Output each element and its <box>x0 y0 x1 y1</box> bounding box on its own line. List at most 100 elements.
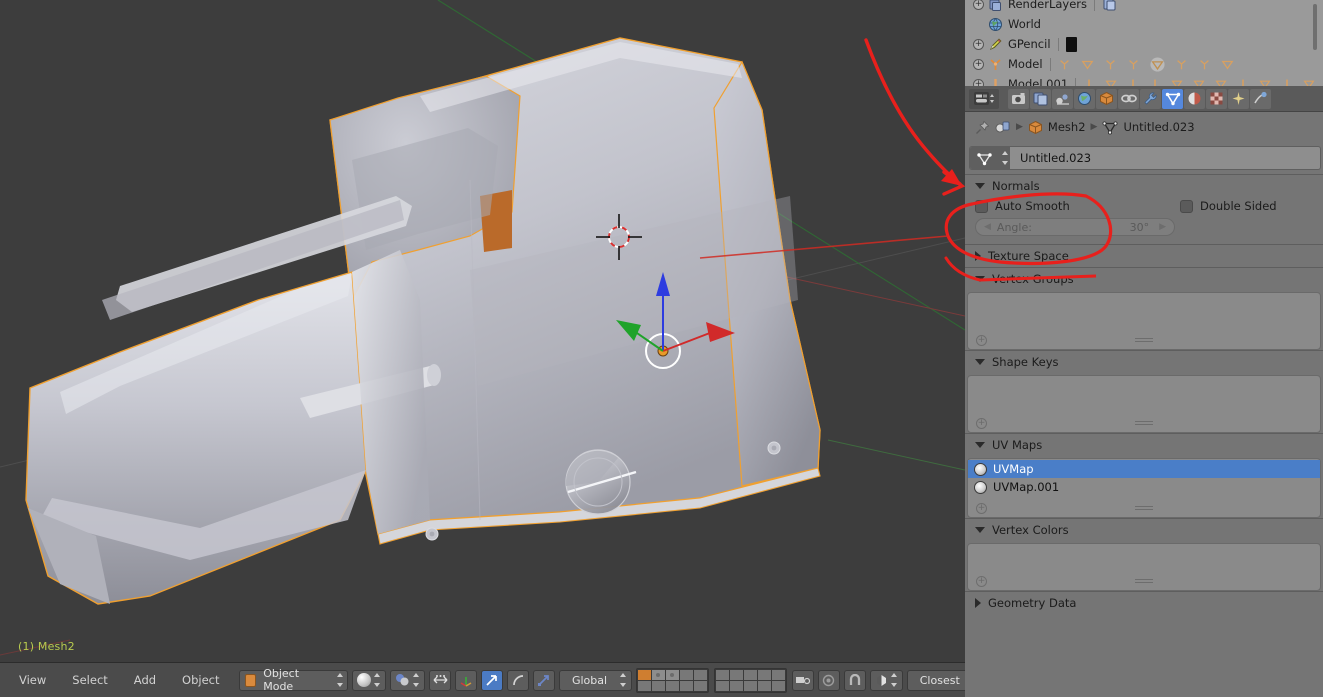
gpencil-swatch[interactable] <box>1065 36 1077 52</box>
rotate-manipulator-icon[interactable] <box>507 669 530 691</box>
breadcrumb-data-name[interactable]: Untitled.023 <box>1123 120 1194 134</box>
mesh-child-icon <box>1215 80 1227 86</box>
only-render-icon[interactable] <box>817 669 840 691</box>
render-layer-copy-icon[interactable] <box>1102 0 1117 12</box>
outliner-row-model[interactable]: + Model <box>965 54 1323 74</box>
images-icon[interactable] <box>1030 88 1051 109</box>
properties-editor[interactable]: ▶ Mesh2 ▶ Untitled.023 Untitled.023 Norm… <box>965 86 1323 697</box>
double-sided-label: Double Sided <box>1200 199 1277 213</box>
viewport-render <box>0 0 965 662</box>
camera-icon[interactable] <box>1008 88 1029 109</box>
limit-selection-icon[interactable] <box>429 669 452 691</box>
panel-geometry-data-header[interactable]: Geometry Data <box>965 592 1323 614</box>
scale-manipulator-icon[interactable] <box>533 669 555 691</box>
world-globe-icon[interactable] <box>1074 88 1095 109</box>
uv-map-item-0[interactable]: UVMap <box>968 460 1320 478</box>
panel-normals-header[interactable]: Normals <box>965 175 1323 197</box>
panel-uv-maps: UV Maps UVMap UVMap.001 + <box>965 433 1323 518</box>
resize-grip[interactable] <box>1135 336 1153 344</box>
pencil-icon <box>989 37 1002 50</box>
particles-icon[interactable] <box>1228 88 1249 109</box>
chain-icon[interactable] <box>1118 88 1139 109</box>
uv-maps-list[interactable]: UVMap UVMap.001 + <box>967 458 1321 518</box>
texture-solid-icon[interactable] <box>792 669 814 691</box>
menu-object[interactable]: Object <box>169 663 232 697</box>
triangle-down-icon <box>975 442 985 448</box>
auto-smooth-angle-field[interactable]: ◀ Angle: 30° ▶ <box>975 218 1175 236</box>
panel-texture-space-header[interactable]: Texture Space <box>965 245 1323 267</box>
object-cube-icon[interactable] <box>1028 120 1043 135</box>
menu-add[interactable]: Add <box>121 663 169 697</box>
auto-smooth-checkbox[interactable] <box>975 199 988 213</box>
object-cube-icon[interactable] <box>1096 88 1117 109</box>
chevron-left-icon[interactable]: ◀ <box>984 222 991 232</box>
panel-vertex-colors-header[interactable]: Vertex Colors <box>965 519 1323 541</box>
translate-manipulator-icon[interactable] <box>481 669 504 691</box>
menu-view[interactable]: View <box>6 663 59 697</box>
transform-orientation-dropdown[interactable]: Global <box>558 669 633 691</box>
menu-select[interactable]: Select <box>59 663 120 697</box>
double-sided-checkbox[interactable] <box>1180 199 1193 213</box>
add-shape-key-button[interactable]: + <box>976 417 987 429</box>
resize-grip[interactable] <box>1135 504 1153 512</box>
editor-type-icon[interactable] <box>969 88 999 109</box>
mesh-data-icon[interactable] <box>1162 88 1183 109</box>
panel-shape-keys-header[interactable]: Shape Keys <box>965 351 1323 373</box>
pin-icon[interactable] <box>975 120 990 135</box>
physics-icon[interactable] <box>1250 88 1271 109</box>
chevron-right-icon[interactable]: ▶ <box>1159 222 1166 232</box>
magnet-icon[interactable] <box>843 669 866 691</box>
expand-icon[interactable]: + <box>973 38 984 50</box>
expand-icon[interactable]: + <box>973 0 984 10</box>
chevron-updown-icon[interactable] <box>998 147 1010 169</box>
resize-grip[interactable] <box>1135 419 1153 427</box>
add-vertex-color-button[interactable]: + <box>976 575 987 587</box>
panel-uv-maps-header[interactable]: UV Maps <box>965 434 1323 456</box>
outliner-row-model001[interactable]: + Model.001 <box>965 74 1323 86</box>
shading-dropdown[interactable] <box>352 669 387 691</box>
pivot-dropdown[interactable] <box>390 669 426 691</box>
scene-layers-grid-2[interactable] <box>714 667 788 693</box>
vertex-groups-list[interactable]: + <box>967 292 1321 350</box>
3d-viewport[interactable]: (1) Mesh2 <box>0 0 965 662</box>
outliner-scrollbar[interactable] <box>1313 4 1317 50</box>
properties-editor-icon[interactable] <box>995 120 1011 135</box>
outliner-editor[interactable]: + RenderLayers World + GPencil + Model +… <box>965 0 1323 86</box>
expand-icon[interactable]: + <box>973 78 984 86</box>
scene-layers-grid-1[interactable] <box>636 667 710 693</box>
uv-map-item-1[interactable]: UVMap.001 <box>968 478 1320 496</box>
world-icon <box>989 17 1002 31</box>
properties-tab-bar[interactable] <box>965 86 1323 112</box>
mode-dropdown[interactable]: Object Mode <box>238 667 349 693</box>
breadcrumb-separator: ▶ <box>1016 122 1023 132</box>
scene-icon[interactable] <box>1052 88 1073 109</box>
outliner-child-icons[interactable] <box>1058 56 1234 72</box>
panel-title: Normals <box>992 179 1040 193</box>
mesh-data-icon[interactable] <box>1102 120 1118 135</box>
chevron-updown-icon <box>373 673 381 687</box>
breadcrumb-object-name[interactable]: Mesh2 <box>1048 120 1086 134</box>
shape-keys-list[interactable]: + <box>967 375 1321 433</box>
panel-title: UV Maps <box>992 438 1043 452</box>
resize-grip[interactable] <box>1135 577 1153 585</box>
mesh-child-icon <box>1171 80 1183 86</box>
outliner-label: Model.001 <box>1008 77 1069 86</box>
mesh-name-field[interactable]: Untitled.023 <box>969 146 1321 170</box>
panel-vertex-groups-header[interactable]: Vertex Groups <box>965 268 1323 290</box>
add-vertex-group-button[interactable]: + <box>976 334 987 346</box>
wrench-icon[interactable] <box>1140 88 1161 109</box>
vertex-colors-list[interactable]: + <box>967 543 1321 591</box>
material-sphere-icon[interactable] <box>1184 88 1205 109</box>
outliner-row-gpencil[interactable]: + GPencil <box>965 34 1323 54</box>
outliner-row-world[interactable]: World <box>965 14 1323 34</box>
outliner-child-icons[interactable] <box>1083 78 1315 86</box>
add-uv-map-button[interactable]: + <box>976 502 987 514</box>
breadcrumb-separator: ▶ <box>1090 122 1098 132</box>
mesh-child-active-icon <box>1149 56 1165 72</box>
manipulator-axis-icon[interactable] <box>455 669 478 691</box>
outliner-row-renderlayers[interactable]: + RenderLayers <box>965 0 1323 14</box>
checker-icon[interactable] <box>1206 88 1227 109</box>
snap-element-dropdown[interactable] <box>869 669 903 691</box>
armature-icon <box>990 58 1001 70</box>
expand-icon[interactable]: + <box>973 58 984 70</box>
